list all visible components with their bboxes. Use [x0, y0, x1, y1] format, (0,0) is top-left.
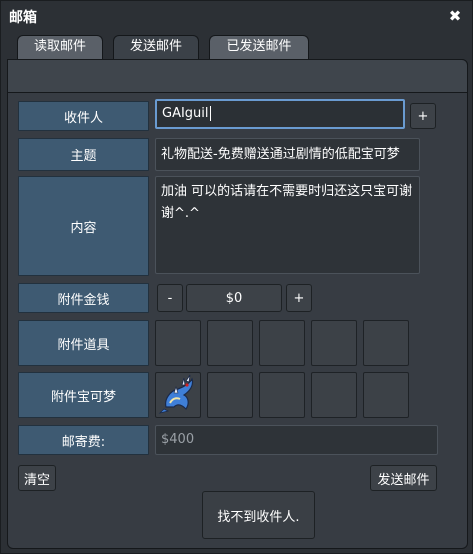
postage-field: $400 — [155, 425, 438, 455]
add-recipient-button[interactable]: + — [410, 103, 436, 129]
subject-input[interactable]: 礼物配送-免费赠送通过剧情的低配宝可梦 — [155, 138, 420, 171]
recipient-input[interactable]: GAIguil — [155, 99, 405, 129]
recipient-label-text: 收件人 — [63, 110, 103, 126]
postage-value: $400 — [161, 432, 195, 447]
item-slot[interactable] — [207, 320, 253, 366]
recipient-value: GAIguil — [162, 106, 209, 121]
tab-label: 已发送邮件 — [226, 39, 292, 54]
items-label-text: 附件道具 — [57, 337, 110, 353]
tab-sent-mail[interactable]: 已发送邮件 — [209, 35, 309, 59]
subject-value: 礼物配送-免费赠送通过剧情的低配宝可梦 — [161, 147, 400, 162]
send-mail-button[interactable]: 发送邮件 — [370, 465, 437, 491]
postage-label: 邮寄费: — [18, 425, 149, 455]
tab-read-mail[interactable]: 读取邮件 — [17, 35, 103, 59]
item-slot[interactable] — [259, 320, 305, 366]
item-slot[interactable] — [155, 320, 201, 366]
window-title: 邮箱 — [9, 10, 37, 26]
close-icon[interactable]: ✖ — [448, 9, 462, 24]
pokemon-slot[interactable] — [259, 372, 305, 418]
content-label: 内容 — [18, 176, 149, 276]
send-label: 发送邮件 — [377, 472, 430, 488]
recipient-label: 收件人 — [18, 101, 149, 131]
items-label: 附件道具 — [18, 320, 149, 366]
postage-label-text: 邮寄费: — [61, 434, 106, 450]
money-label-text: 附件金钱 — [57, 292, 110, 308]
clear-button[interactable]: 清空 — [18, 465, 56, 491]
tab-send-mail[interactable]: 发送邮件 — [113, 35, 199, 59]
tab-label: 读取邮件 — [33, 39, 86, 54]
tab-label: 发送邮件 — [129, 39, 182, 54]
subject-label-text: 主题 — [70, 149, 97, 164]
pokemon-slot[interactable] — [155, 372, 201, 418]
pokemon-slot[interactable] — [311, 372, 357, 418]
money-decrease-button[interactable]: - — [157, 284, 183, 312]
minus-label: - — [167, 290, 173, 306]
clear-label: 清空 — [23, 472, 50, 488]
content-value: 加油 可以的话请在不需要时归还这只宝可谢谢^.^ — [161, 184, 413, 221]
text-cursor — [209, 106, 211, 121]
status-message-box: 找不到收件人. — [202, 491, 315, 539]
pokemon-slot[interactable] — [363, 372, 409, 418]
panel-header-strip — [7, 59, 468, 93]
title-bar: 邮箱 ✖ — [1, 1, 472, 31]
mail-window: 邮箱 ✖ 读取邮件 发送邮件 已发送邮件 收件人 GAIguil + 主题 礼物… — [0, 0, 473, 554]
content-textarea[interactable]: 加油 可以的话请在不需要时归还这只宝可谢谢^.^ — [155, 176, 420, 274]
money-label: 附件金钱 — [18, 283, 149, 313]
pokemon-label-text: 附件宝可梦 — [50, 389, 116, 405]
content-label-text: 内容 — [70, 220, 97, 236]
money-increase-button[interactable]: + — [286, 284, 312, 312]
pokemon-slot[interactable] — [207, 372, 253, 418]
add-recipient-label: + — [417, 108, 429, 124]
money-value: $0 — [225, 290, 243, 306]
item-slot[interactable] — [363, 320, 409, 366]
status-message: 找不到收件人. — [217, 509, 300, 525]
pokemon-label: 附件宝可梦 — [18, 372, 149, 418]
gyarados-sprite-icon — [158, 374, 194, 414]
subject-label: 主题 — [18, 138, 149, 171]
money-amount-field[interactable]: $0 — [186, 284, 282, 312]
plus-label: + — [293, 290, 305, 306]
item-slot[interactable] — [311, 320, 357, 366]
